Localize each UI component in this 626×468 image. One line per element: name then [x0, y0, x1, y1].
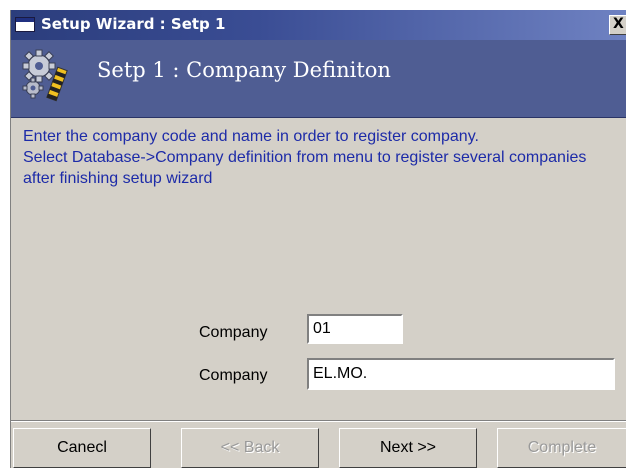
instruction-line-database: Select Database->Company definition from…: [23, 149, 587, 187]
title-bar[interactable]: Setup Wizard : Setp 1 X: [11, 10, 626, 40]
step-title: Setp 1 : Company Definiton: [97, 58, 391, 82]
window-title: Setup Wizard : Setp 1: [41, 15, 226, 33]
button-separator: [11, 420, 626, 422]
window-icon: [15, 17, 35, 32]
cancel-button[interactable]: Canecl: [13, 428, 151, 468]
instructions-text: Enter the company code and name in order…: [23, 126, 613, 189]
setup-wizard-window: Setup Wizard : Setp 1 X Setp 1: Company…: [10, 10, 626, 468]
gear-wizard-icon: [19, 48, 73, 104]
company-code-label: Company: [199, 324, 268, 341]
instruction-line-register: Enter the company code and name in order…: [23, 128, 479, 145]
company-name-label: Company: [199, 367, 268, 384]
close-button[interactable]: X: [609, 15, 626, 35]
company-name-input[interactable]: [307, 358, 615, 390]
next-button[interactable]: Next >>: [339, 428, 477, 468]
company-code-input[interactable]: [307, 314, 403, 344]
wizard-content: Enter the company code and name in order…: [11, 118, 626, 418]
back-button[interactable]: << Back: [181, 428, 319, 468]
step-header: Setp 1 : Company Definiton: [11, 40, 626, 118]
complete-button[interactable]: Complete: [497, 428, 626, 468]
close-icon: X: [613, 16, 624, 32]
